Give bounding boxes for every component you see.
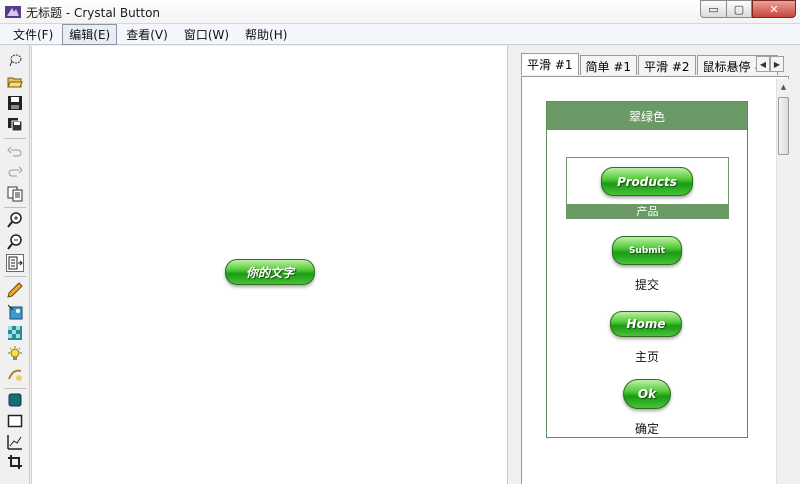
effect-icon[interactable] xyxy=(6,366,24,384)
tab-scroll-left-button[interactable]: ◀ xyxy=(756,56,770,72)
image-icon[interactable] xyxy=(6,303,24,321)
maximize-icon: ▢ xyxy=(733,2,745,16)
close-icon: ✕ xyxy=(769,2,779,16)
save-icon[interactable] xyxy=(6,94,24,112)
minimize-button[interactable]: ▭ xyxy=(700,0,726,18)
menu-window[interactable]: 窗口(W) xyxy=(177,24,236,45)
sample-caption: 产品 xyxy=(567,204,728,218)
tab-smooth-1[interactable]: 平滑 #1 xyxy=(521,53,579,75)
toolbar-separator xyxy=(4,207,26,208)
maximize-button[interactable]: ▢ xyxy=(726,0,752,18)
crystal-button-app-icon xyxy=(5,6,21,18)
window-title: 无标题 - Crystal Button xyxy=(26,6,161,20)
canvas-crystal-button[interactable]: 你的文字 xyxy=(225,259,315,285)
sample-button-home[interactable]: Home xyxy=(610,311,682,337)
save-all-icon[interactable] xyxy=(6,115,24,133)
copy-icon[interactable] xyxy=(6,185,24,203)
minimize-icon: ▭ xyxy=(708,2,719,16)
lasso-icon[interactable] xyxy=(6,51,24,69)
style-card-emerald[interactable]: 翠绿色 Products 产品 Submit 提交 Home 主页 Ok 确定 xyxy=(546,101,748,438)
crop-icon[interactable] xyxy=(6,453,24,471)
texture-icon[interactable] xyxy=(6,324,24,342)
menu-bar: 文件(F) 编辑(E) 查看(V) 窗口(W) 帮助(H) xyxy=(0,23,800,45)
menu-edit[interactable]: 编辑(E) xyxy=(62,23,118,45)
menu-help[interactable]: 帮助(H) xyxy=(238,24,294,45)
toolbar-separator xyxy=(4,138,26,139)
sample-caption: 确定 xyxy=(634,422,659,436)
zoom-in-icon[interactable] xyxy=(6,211,24,229)
sample-caption: 主页 xyxy=(634,350,659,364)
shape-fill-icon[interactable] xyxy=(6,391,24,409)
toolbar-separator xyxy=(4,388,26,389)
scroll-up-icon[interactable]: ▲ xyxy=(778,81,789,93)
open-folder-icon[interactable] xyxy=(6,73,24,91)
chart-icon[interactable] xyxy=(6,433,24,451)
pencil-icon[interactable] xyxy=(6,281,24,299)
design-canvas[interactable]: 你的文字 xyxy=(31,46,507,484)
selected-sample[interactable]: Products 产品 xyxy=(566,157,729,219)
style-name: 翠绿色 xyxy=(547,102,747,130)
sample-button-products[interactable]: Products xyxy=(601,167,693,196)
toolbar-separator xyxy=(4,276,26,277)
tab-simple-1[interactable]: 简单 #1 xyxy=(579,55,638,75)
sample-button-ok[interactable]: Ok xyxy=(623,379,671,409)
panel-scrollbar[interactable]: ▲ xyxy=(776,79,789,484)
undo-icon[interactable] xyxy=(6,143,24,161)
scrollbar-thumb[interactable] xyxy=(778,97,789,155)
tab-scroll-right-button[interactable]: ▶ xyxy=(770,56,784,72)
close-button[interactable]: ✕ xyxy=(752,0,796,18)
sample-button-submit[interactable]: Submit xyxy=(612,236,682,265)
text-tool-icon[interactable] xyxy=(6,254,24,272)
chevron-right-icon: ▶ xyxy=(773,59,781,69)
style-tabs: 平滑 #1 简单 #1 平滑 #2 鼠标悬停 #1 xyxy=(521,53,779,75)
menu-file[interactable]: 文件(F) xyxy=(6,24,60,45)
zoom-out-icon[interactable] xyxy=(6,233,24,251)
menu-view[interactable]: 查看(V) xyxy=(119,24,175,45)
title-bar: 无标题 - Crystal Button ▭ ▢ ✕ xyxy=(0,0,800,24)
redo-icon[interactable] xyxy=(6,163,24,181)
light-icon[interactable] xyxy=(6,345,24,363)
tab-smooth-2[interactable]: 平滑 #2 xyxy=(638,55,696,75)
chevron-left-icon: ◀ xyxy=(759,59,767,69)
style-panel: 平滑 #1 简单 #1 平滑 #2 鼠标悬停 #1 ◀ ▶ 翠绿色 Produc… xyxy=(507,46,800,484)
rectangle-icon[interactable] xyxy=(6,412,24,430)
tool-bar xyxy=(0,45,30,484)
tab-page: 翠绿色 Products 产品 Submit 提交 Home 主页 Ok 确定 … xyxy=(521,76,789,484)
sample-caption: 提交 xyxy=(634,278,659,292)
